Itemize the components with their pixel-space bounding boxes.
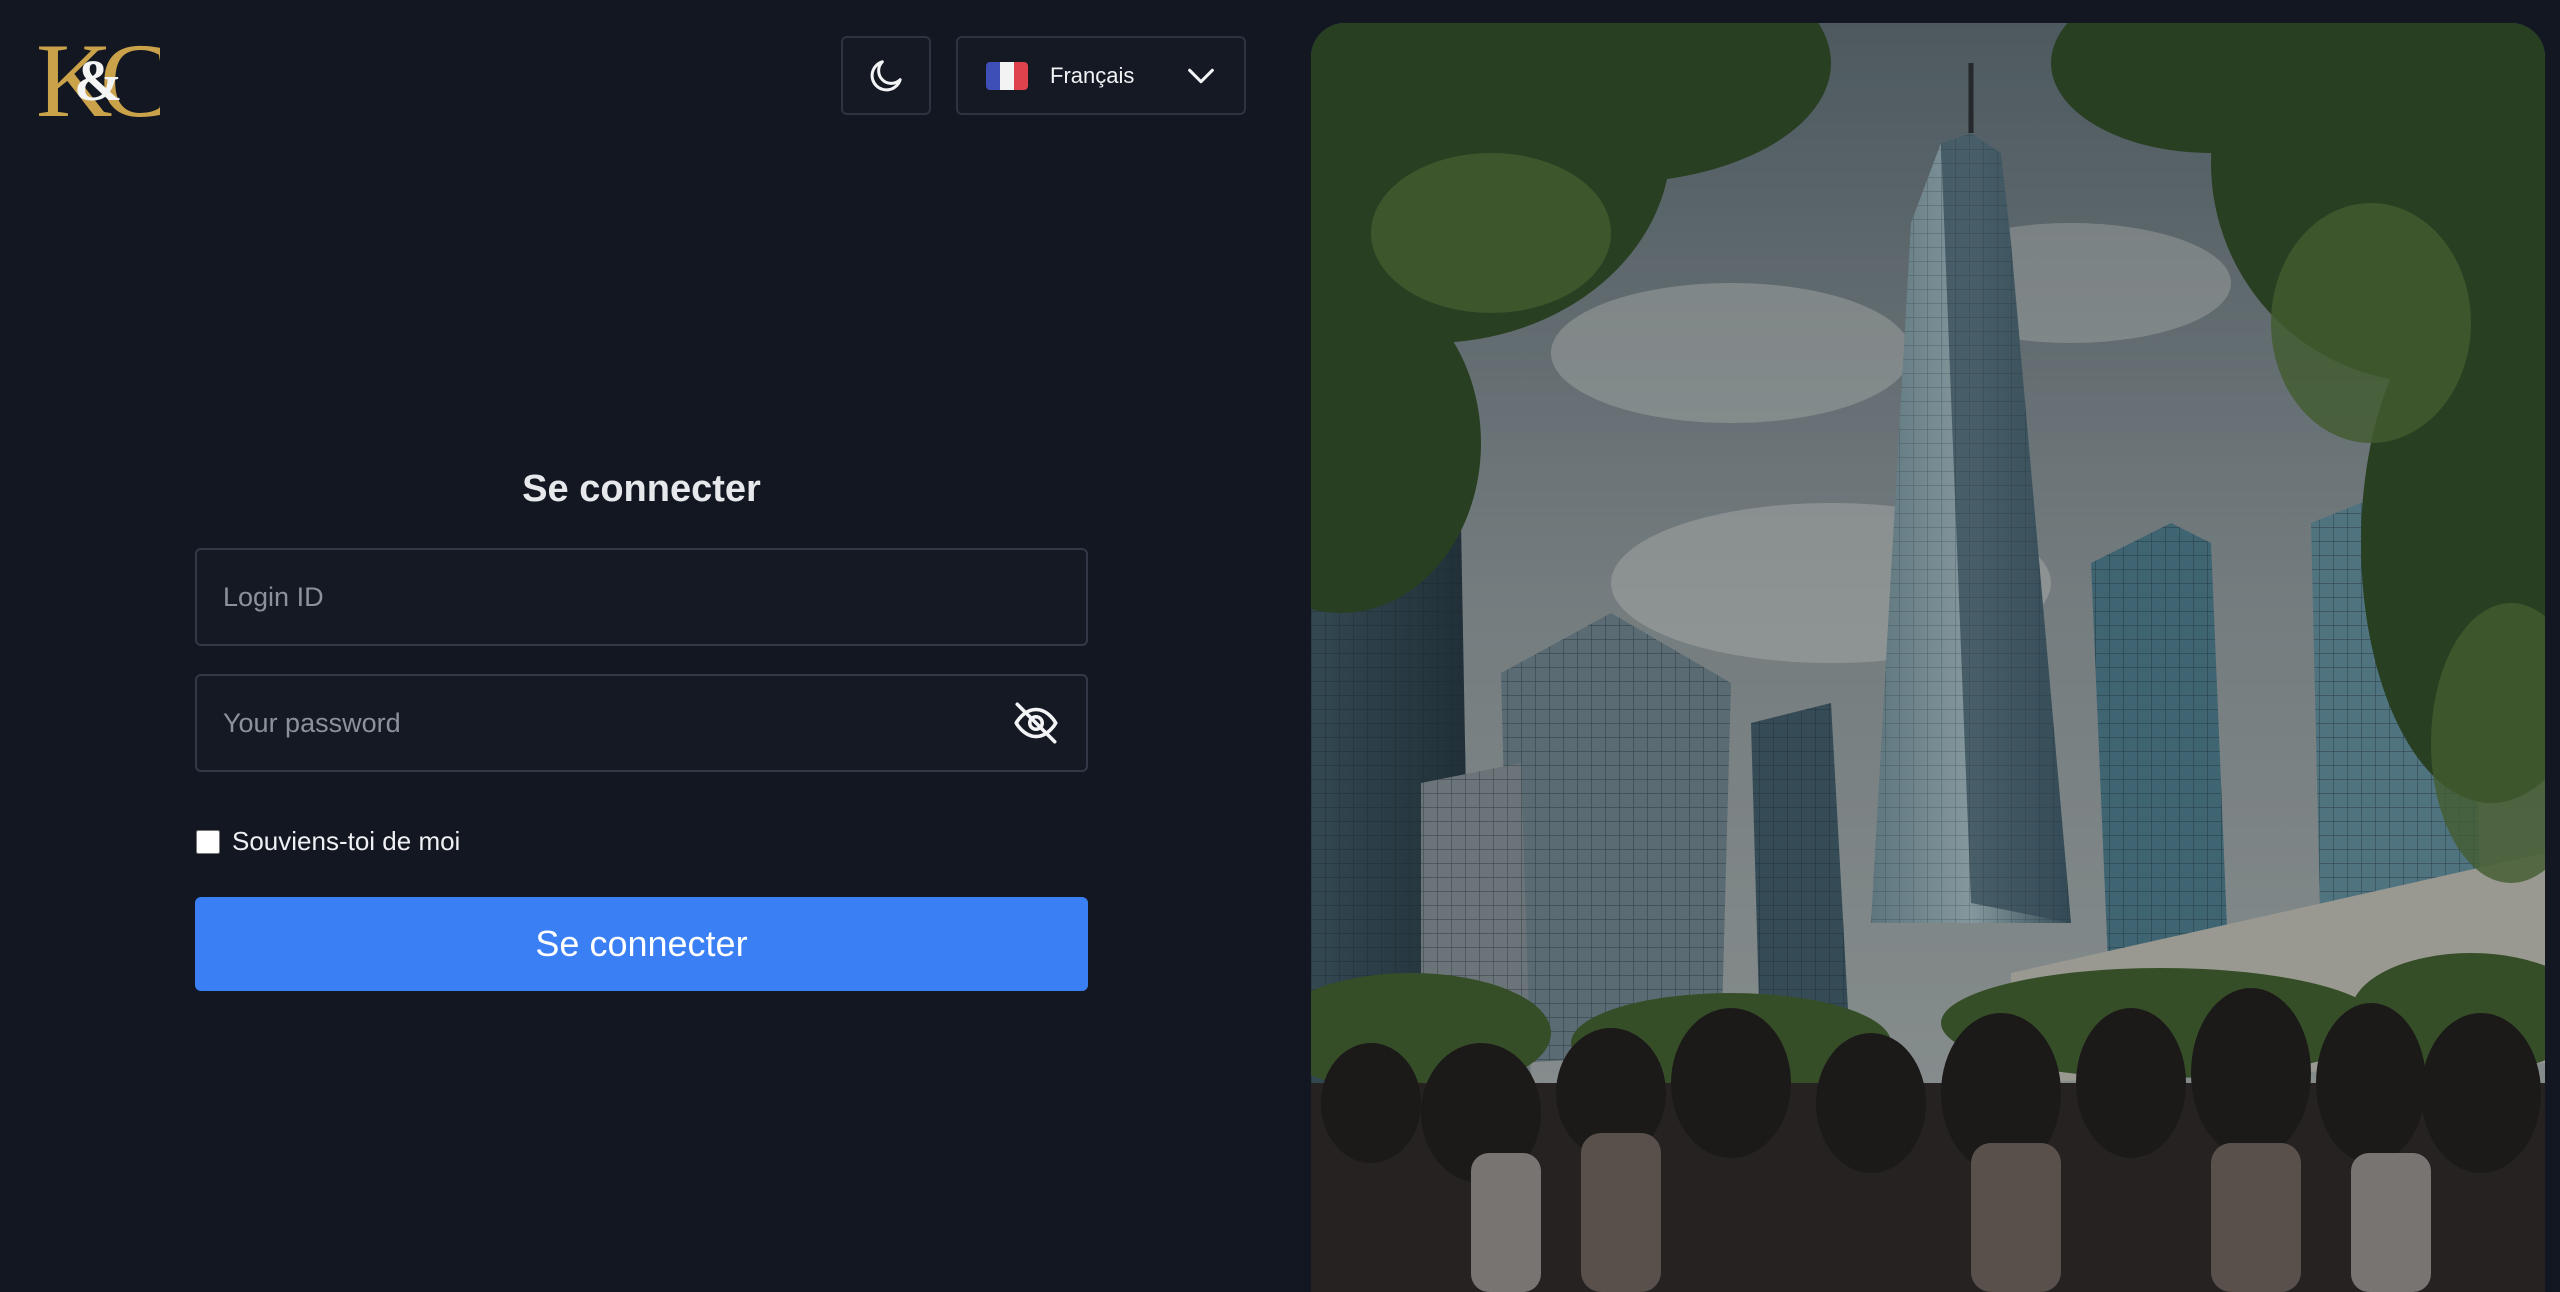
language-label: Français bbox=[1050, 62, 1135, 88]
password-field[interactable] bbox=[195, 674, 1088, 772]
login-id-input[interactable] bbox=[221, 580, 1062, 614]
chevron-down-icon bbox=[1188, 68, 1214, 83]
remember-me: Souviens-toi de moi bbox=[195, 826, 460, 857]
login-title: Se connecter bbox=[522, 468, 761, 510]
brand-logo[interactable]: K C & bbox=[36, 24, 160, 124]
language-select[interactable]: Français bbox=[956, 36, 1246, 115]
login-pane: K C & Français Se connecter Login ID Sou… bbox=[0, 0, 1312, 1292]
hero-illustration bbox=[1311, 23, 2545, 1292]
brand-logo-mark: K C & bbox=[36, 24, 160, 124]
hero-image bbox=[1311, 23, 2545, 1292]
france-flag-icon bbox=[986, 61, 1028, 90]
login-id-field[interactable] bbox=[195, 548, 1088, 646]
remember-me-label[interactable]: Souviens-toi de moi bbox=[232, 826, 460, 857]
password-input[interactable] bbox=[221, 706, 1010, 740]
theme-toggle-button[interactable] bbox=[841, 36, 931, 115]
svg-text:&: & bbox=[74, 48, 122, 113]
moon-icon bbox=[870, 59, 902, 91]
toggle-password-visibility-button[interactable] bbox=[1010, 697, 1062, 749]
remember-me-checkbox[interactable] bbox=[196, 829, 220, 854]
eye-off-icon bbox=[1014, 702, 1058, 744]
login-submit-button[interactable]: Se connecter bbox=[195, 897, 1088, 991]
